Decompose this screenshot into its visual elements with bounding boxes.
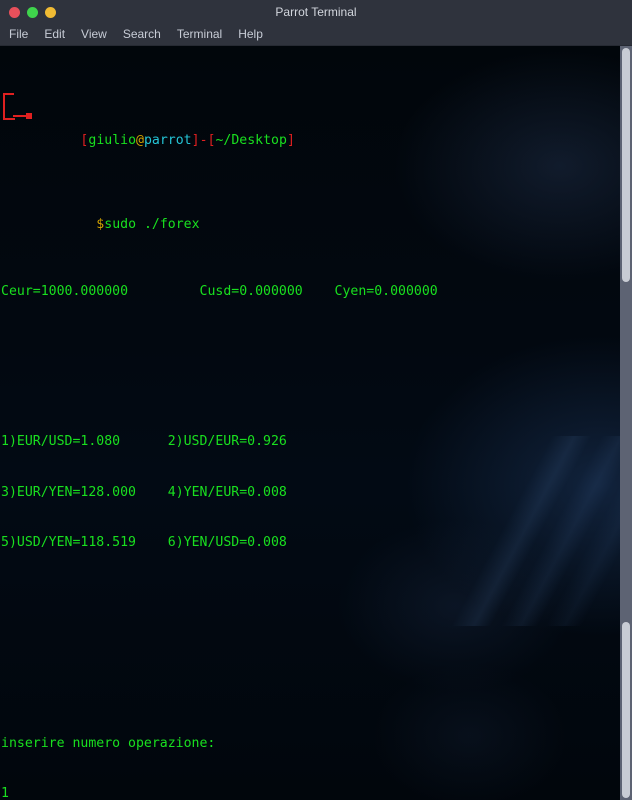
maximize-button[interactable] bbox=[45, 6, 56, 18]
operation-prompt: inserire numero operazione: bbox=[1, 735, 216, 751]
vertical-scrollbar[interactable] bbox=[620, 46, 632, 800]
rate-right: 4)YEN/EUR=0.008 bbox=[167, 484, 287, 500]
terminal-screen: [giulio@parrot]-[~/Desktop] $sudo ./fore… bbox=[0, 46, 620, 800]
menu-item-edit[interactable]: Edit bbox=[44, 24, 65, 45]
menu-item-search[interactable]: Search bbox=[123, 24, 161, 45]
close-button[interactable] bbox=[9, 6, 20, 18]
rate-row: 1)EUR/USD=1.080 2)USD/EUR=0.926 bbox=[1, 434, 620, 451]
prompt-user: giulio bbox=[88, 132, 137, 148]
terminal-window: Parrot Terminal File Edit View Search Te… bbox=[0, 0, 632, 800]
shell-command: sudo ./forex bbox=[104, 216, 200, 232]
prompt-path: ~/Desktop bbox=[215, 132, 287, 148]
title-bar: Parrot Terminal bbox=[0, 0, 632, 24]
rate-left: 3)EUR/YEN=128.000 bbox=[1, 484, 136, 500]
window-controls bbox=[0, 6, 56, 18]
minimize-button[interactable] bbox=[27, 6, 38, 18]
rate-row: 5)USD/YEN=118.519 6)YEN/USD=0.008 bbox=[1, 535, 620, 552]
prompt-separator: - bbox=[199, 132, 208, 148]
rate-right: 2)USD/EUR=0.926 bbox=[167, 434, 287, 450]
rate-left: 5)USD/YEN=118.519 bbox=[1, 534, 136, 550]
terminal-body[interactable]: [giulio@parrot]-[~/Desktop] $sudo ./fore… bbox=[0, 46, 632, 800]
prompt-bracket-close: ] bbox=[191, 132, 200, 148]
balance-usd: Cusd=0.000000 bbox=[199, 283, 303, 299]
operation-input-echo: 1 bbox=[1, 786, 9, 800]
menu-bar: File Edit View Search Terminal Help bbox=[0, 24, 632, 46]
scrollbar-thumb-lower[interactable] bbox=[622, 622, 630, 798]
menu-item-view[interactable]: View bbox=[81, 24, 107, 45]
prompt-host: parrot bbox=[143, 132, 192, 148]
menu-item-terminal[interactable]: Terminal bbox=[177, 24, 222, 45]
scrollbar-thumb-upper[interactable] bbox=[622, 48, 630, 282]
balance-yen: Cyen=0.000000 bbox=[334, 283, 438, 299]
menu-item-help[interactable]: Help bbox=[238, 24, 263, 45]
balance-line: Ceur=1000.000000 Cusd=0.000000 Cyen=0.00… bbox=[1, 284, 620, 301]
rate-row: 3)EUR/YEN=128.000 4)YEN/EUR=0.008 bbox=[1, 485, 620, 502]
rate-right: 6)YEN/USD=0.008 bbox=[167, 534, 287, 550]
window-title: Parrot Terminal bbox=[275, 5, 357, 19]
rate-left: 1)EUR/USD=1.080 bbox=[1, 434, 121, 450]
prompt-at: @ bbox=[136, 132, 144, 148]
menu-item-file[interactable]: File bbox=[9, 24, 28, 45]
shell-prompt-line: [giulio@parrot]-[~/Desktop] bbox=[1, 116, 620, 148]
balance-eur: Ceur=1000.000000 bbox=[1, 283, 129, 299]
shell-command-line: $sudo ./forex bbox=[1, 200, 620, 232]
prompt-path-bracket-close: ] bbox=[286, 132, 295, 148]
